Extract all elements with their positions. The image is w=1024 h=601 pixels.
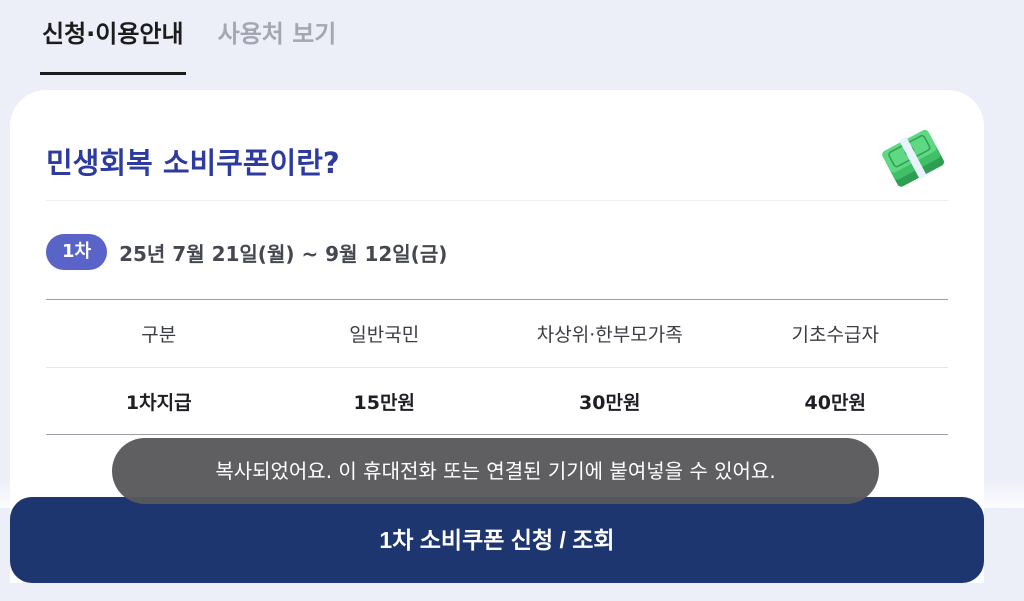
table-row: 1차지급 15만원 30만원 40만원 [46, 367, 948, 434]
page: 신청·이용안내 사용처 보기 민생회복 소비쿠폰이란? 1차 25년 7월 21… [0, 0, 1024, 601]
card-title: 민생회복 소비쿠폰이란? [46, 146, 340, 180]
round-badge: 1차 [46, 234, 108, 270]
card-header: 민생회복 소비쿠폰이란? [46, 129, 948, 200]
table-header-row: 구분 일반국민 차상위·한부모가족 기초수급자 [46, 300, 948, 367]
table-cell: 40만원 [804, 391, 866, 414]
table-header-cell: 기초수급자 [791, 324, 879, 346]
payment-table: 구분 일반국민 차상위·한부모가족 기초수급자 1차지급 15만원 30만원 4… [46, 299, 948, 435]
table-header-cell: 구분 [141, 324, 177, 346]
tab-application-guide[interactable]: 신청·이용안내 [40, 14, 186, 75]
tab-bar: 신청·이용안내 사용처 보기 [40, 14, 339, 75]
table-header-cell: 일반국민 [349, 324, 420, 346]
tab-usage-places[interactable]: 사용처 보기 [216, 14, 339, 64]
copy-toast: 복사되었어요. 이 휴대전화 또는 연결된 기기에 붙여넣을 수 있어요. [112, 438, 879, 504]
period-row: 1차 25년 7월 21일(월) ~ 9월 12일(금) [46, 234, 447, 270]
divider [46, 200, 948, 201]
period-text: 25년 7월 21일(월) ~ 9월 12일(금) [119, 241, 448, 266]
table-cell: 15만원 [353, 391, 415, 414]
table-cell: 30만원 [579, 391, 641, 414]
apply-coupon-button[interactable]: 1차 소비쿠폰 신청 / 조회 [10, 497, 984, 583]
table-header-cell: 차상위·한부모가족 [536, 324, 683, 346]
money-stack-icon [882, 129, 944, 187]
bottom-strip [0, 583, 1024, 601]
table-cell: 1차지급 [125, 391, 192, 414]
